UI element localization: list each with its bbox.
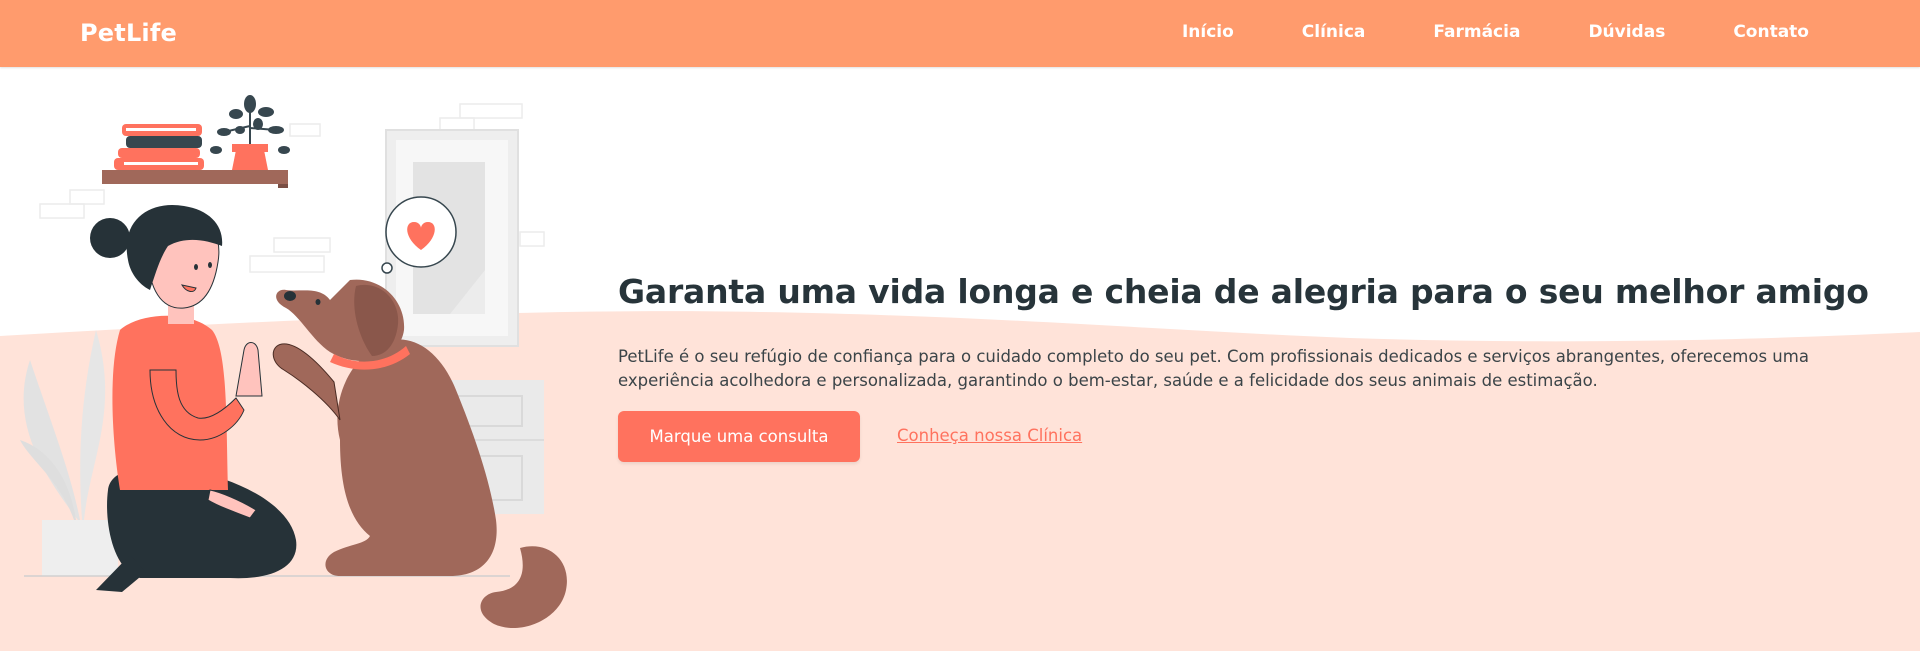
nav-link-inicio[interactable]: Início: [1182, 22, 1234, 42]
hero-title: Garanta uma vida longa e cheia de alegri…: [618, 272, 1869, 311]
nav-link-contato[interactable]: Contato: [1733, 22, 1809, 42]
nav-link-clinica[interactable]: Clínica: [1302, 22, 1366, 42]
hero-illustration: [20, 95, 567, 629]
nav-links: Início Clínica Farmácia Dúvidas Contato: [1182, 22, 1809, 42]
nav-link-farmacia[interactable]: Farmácia: [1433, 22, 1520, 42]
navbar: PetLife Início Clínica Farmácia Dúvidas …: [0, 0, 1920, 67]
woman-illustration: [90, 204, 297, 592]
brand-logo[interactable]: PetLife: [80, 19, 177, 47]
wall-shelf: [102, 95, 290, 188]
nav-link-duvidas[interactable]: Dúvidas: [1588, 22, 1665, 42]
left-plant: [20, 330, 118, 576]
clinic-link[interactable]: Conheça nossa Clínica: [897, 426, 1082, 445]
hero-description: PetLife é o seu refúgio de confiança par…: [618, 347, 1809, 390]
book-appointment-button[interactable]: Marque uma consulta: [618, 411, 860, 462]
